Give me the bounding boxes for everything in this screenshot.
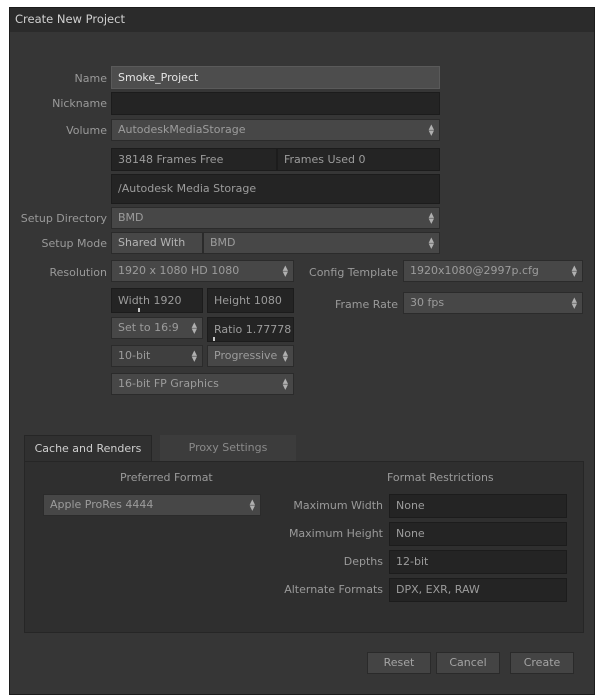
slider-tick bbox=[213, 337, 215, 341]
dropdown-arrows-icon: ▲ ▼ bbox=[282, 264, 288, 278]
dropdown-arrows-icon: ▲ ▼ bbox=[428, 211, 434, 225]
reset-button[interactable]: Reset bbox=[367, 652, 431, 674]
alternate-formats-label: Alternate Formats bbox=[284, 583, 383, 596]
create-button[interactable]: Create bbox=[510, 652, 574, 674]
dropdown-arrows-icon: ▲ ▼ bbox=[282, 377, 288, 391]
dropdown-arrows-icon: ▲ ▼ bbox=[428, 123, 434, 137]
depths-display: 12-bit bbox=[389, 550, 567, 574]
max-width-label: Maximum Width bbox=[293, 499, 383, 512]
dropdown-arrows-icon: ▲ ▼ bbox=[571, 296, 577, 310]
setup-directory-value: BMD bbox=[118, 211, 144, 224]
ratio-value: Ratio 1.77778 bbox=[214, 323, 292, 336]
tab-cache-and-renders[interactable]: Cache and Renders bbox=[24, 435, 152, 462]
bit-depth-value: 10-bit bbox=[118, 349, 151, 362]
volume-value: AutodeskMediaStorage bbox=[118, 123, 246, 136]
max-height-label: Maximum Height bbox=[288, 527, 383, 540]
resolution-dropdown[interactable]: 1920 x 1080 HD 1080 ▲ ▼ bbox=[111, 260, 294, 282]
volume-label: Volume bbox=[66, 124, 107, 137]
dropdown-arrows-icon: ▲ ▼ bbox=[191, 321, 197, 335]
frame-rate-value: 30 fps bbox=[410, 296, 445, 309]
dropdown-arrows-icon: ▲ ▼ bbox=[571, 264, 577, 278]
ratio-field[interactable]: Ratio 1.77778 bbox=[207, 317, 294, 342]
width-value: Width 1920 bbox=[118, 294, 182, 307]
config-template-dropdown[interactable]: 1920x1080@2997p.cfg ▲ ▼ bbox=[403, 260, 583, 282]
window-title: Create New Project bbox=[10, 8, 594, 32]
frames-used-display: Frames Used 0 bbox=[277, 148, 440, 171]
max-width-display: None bbox=[389, 494, 567, 518]
resolution-label: Resolution bbox=[49, 266, 107, 279]
setup-mode-label: Setup Mode bbox=[41, 237, 107, 250]
dropdown-arrows-icon: ▲ ▼ bbox=[282, 349, 288, 363]
depths-label: Depths bbox=[343, 555, 383, 568]
setup-mode-dropdown[interactable]: Shared With bbox=[111, 232, 203, 254]
scan-mode-value: Progressive bbox=[214, 349, 278, 362]
height-value: Height 1080 bbox=[214, 294, 282, 307]
aspect-value: Set to 16:9 bbox=[118, 321, 179, 334]
nickname-field[interactable] bbox=[111, 92, 440, 115]
preferred-format-value: Apple ProRes 4444 bbox=[50, 498, 154, 511]
scan-mode-dropdown[interactable]: Progressive ▲ ▼ bbox=[207, 345, 294, 367]
tab-proxy-settings[interactable]: Proxy Settings bbox=[160, 435, 296, 461]
frame-rate-label: Frame Rate bbox=[335, 298, 398, 311]
name-label: Name bbox=[74, 72, 107, 85]
alternate-formats-display: DPX, EXR, RAW bbox=[389, 578, 567, 602]
dropdown-arrows-icon: ▲ ▼ bbox=[249, 498, 255, 512]
cancel-button[interactable]: Cancel bbox=[436, 652, 500, 674]
volume-dropdown[interactable]: AutodeskMediaStorage ▲ ▼ bbox=[111, 119, 440, 141]
setup-directory-dropdown[interactable]: BMD ▲ ▼ bbox=[111, 207, 440, 229]
nickname-label: Nickname bbox=[52, 97, 107, 110]
max-height-display: None bbox=[389, 522, 567, 546]
bit-depth-dropdown[interactable]: 10-bit ▲ ▼ bbox=[111, 345, 203, 367]
preferred-format-dropdown[interactable]: Apple ProRes 4444 ▲ ▼ bbox=[43, 494, 261, 516]
dropdown-arrows-icon: ▲ ▼ bbox=[191, 349, 197, 363]
resolution-value: 1920 x 1080 HD 1080 bbox=[118, 264, 240, 277]
setup-directory-label: Setup Directory bbox=[20, 212, 107, 225]
config-template-value: 1920x1080@2997p.cfg bbox=[410, 264, 539, 277]
dropdown-arrows-icon: ▲ ▼ bbox=[428, 236, 434, 250]
cache-and-renders-panel: Preferred Format Apple ProRes 4444 ▲ ▼ Fo… bbox=[24, 461, 584, 633]
setup-mode-target-dropdown[interactable]: BMD ▲ ▼ bbox=[203, 232, 440, 254]
format-restrictions-title: Format Restrictions bbox=[387, 471, 494, 484]
aspect-dropdown[interactable]: Set to 16:9 ▲ ▼ bbox=[111, 317, 203, 339]
setup-mode-value: Shared With bbox=[118, 236, 186, 249]
graphics-dropdown[interactable]: 16-bit FP Graphics ▲ ▼ bbox=[111, 373, 294, 395]
preferred-format-title: Preferred Format bbox=[120, 471, 213, 484]
create-new-project-dialog: Create New Project Name Smoke_Project Ni… bbox=[9, 7, 595, 695]
slider-tick bbox=[138, 308, 140, 312]
frame-rate-dropdown[interactable]: 30 fps ▲ ▼ bbox=[403, 292, 583, 314]
name-field[interactable]: Smoke_Project bbox=[111, 66, 440, 89]
width-field[interactable]: Width 1920 bbox=[111, 288, 203, 313]
graphics-value: 16-bit FP Graphics bbox=[118, 377, 219, 390]
height-field[interactable]: Height 1080 bbox=[207, 288, 294, 313]
frames-free-display: 38148 Frames Free bbox=[111, 148, 277, 171]
config-template-label: Config Template bbox=[309, 266, 398, 279]
setup-mode-target-value: BMD bbox=[210, 236, 236, 249]
storage-path-display: /Autodesk Media Storage bbox=[111, 174, 440, 204]
